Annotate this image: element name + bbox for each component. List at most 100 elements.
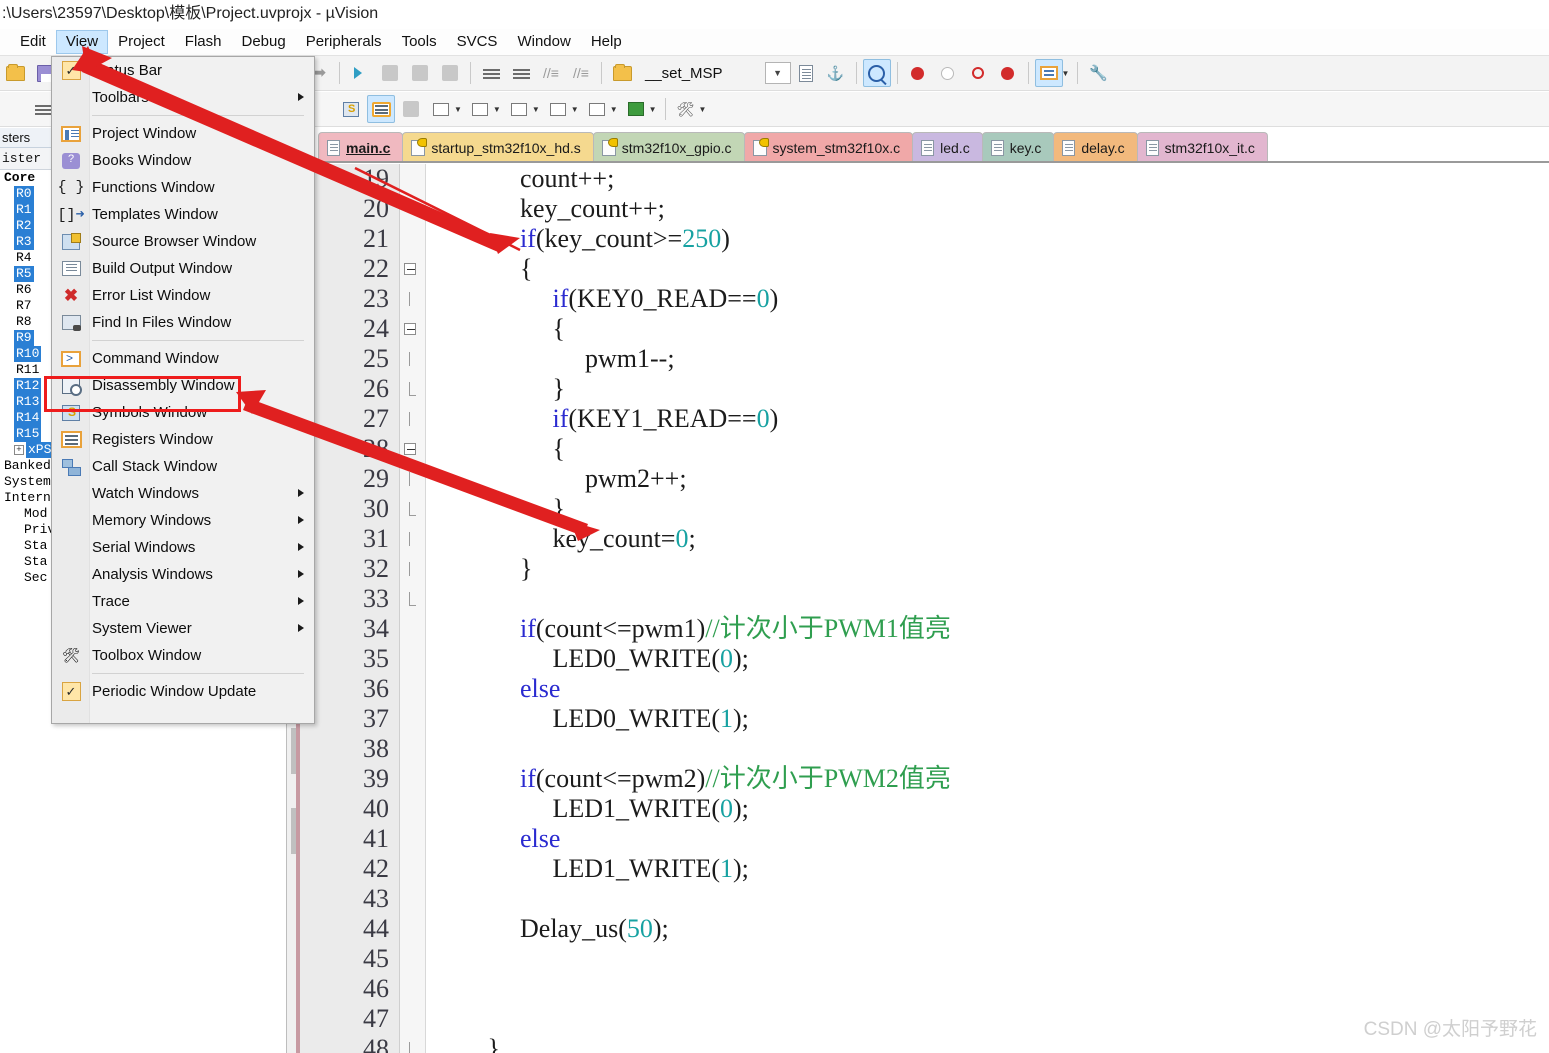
view-menu-item-memory-windows[interactable]: Memory Windows <box>52 507 314 534</box>
fold-marker-row[interactable] <box>400 464 425 494</box>
breakpoint-icon[interactable] <box>904 59 932 87</box>
code-line[interactable]: LED1_WRITE(1); <box>442 854 1549 884</box>
menu-item-tools[interactable]: Tools <box>392 30 447 54</box>
register-row[interactable]: Priv <box>0 522 52 538</box>
system-viewer-dropdown[interactable]: ▼ <box>649 105 657 114</box>
symbols-window-icon[interactable] <box>337 95 365 123</box>
view-menu-item-find-in-files-window[interactable]: Find In Files Window <box>52 309 314 336</box>
code-line[interactable]: else <box>442 674 1549 704</box>
toolbox-dropdown[interactable]: ▼ <box>699 105 707 114</box>
fold-marker-row[interactable] <box>400 344 425 374</box>
menu-item-view[interactable]: View <box>55 30 109 54</box>
uncomment-icon[interactable]: //≡ <box>567 59 595 87</box>
fold-marker-row[interactable] <box>400 254 425 284</box>
code-line[interactable]: LED0_WRITE(0); <box>442 644 1549 674</box>
code-lines[interactable]: count++; key_count++; if(key_count>=250)… <box>426 164 1549 1053</box>
fold-marker-row[interactable] <box>400 824 425 854</box>
view-menu-item-error-list-window[interactable]: ✖ Error List Window <box>52 282 314 309</box>
view-menu-item-watch-windows[interactable]: Watch Windows <box>52 480 314 507</box>
register-row[interactable]: System <box>0 474 52 490</box>
register-row[interactable]: R9 <box>0 330 52 346</box>
step-over-icon[interactable] <box>376 59 404 87</box>
editor-tab-delay-c[interactable]: delay.c <box>1053 132 1138 162</box>
code-line[interactable]: count++; <box>442 164 1549 194</box>
fold-marker-row[interactable] <box>400 704 425 734</box>
serial-window-dropdown[interactable]: ▼ <box>532 105 540 114</box>
register-row[interactable]: Mod <box>0 506 52 522</box>
view-menu-item-disassembly-window[interactable]: Disassembly Window <box>52 372 314 399</box>
pin-icon[interactable]: ⚓ <box>822 59 850 87</box>
editor-tab-stm32f10x-it-c[interactable]: stm32f10x_it.c <box>1136 132 1268 162</box>
fold-marker-row[interactable] <box>400 674 425 704</box>
code-line[interactable] <box>442 884 1549 914</box>
fold-marker-row[interactable] <box>400 644 425 674</box>
system-viewer-icon[interactable] <box>622 95 650 123</box>
register-row[interactable]: Sta <box>0 554 52 570</box>
fold-marker-row[interactable] <box>400 314 425 344</box>
fold-marker-row[interactable] <box>400 434 425 464</box>
fold-marker-row[interactable] <box>400 764 425 794</box>
menu-item-edit[interactable]: Edit <box>10 30 56 54</box>
register-row[interactable]: R1 <box>0 202 52 218</box>
register-row[interactable]: Core <box>0 170 52 186</box>
editor-tab-led-c[interactable]: led.c <box>912 132 983 162</box>
menu-item-flash[interactable]: Flash <box>175 30 232 54</box>
register-row[interactable]: Sec <box>0 570 52 586</box>
code-line[interactable] <box>442 584 1549 614</box>
fold-marker-row[interactable] <box>400 164 425 194</box>
view-menu-dropdown[interactable]: ✓ Status Bar Toolbars Project Window Books W… <box>51 56 315 724</box>
view-menu-item-symbols-window[interactable]: Symbols Window <box>52 399 314 426</box>
fold-marker-row[interactable] <box>400 194 425 224</box>
fold-marker-row[interactable] <box>400 374 425 404</box>
trace-dropdown[interactable]: ▼ <box>610 105 618 114</box>
memory-window-dropdown[interactable]: ▼ <box>493 105 501 114</box>
code-line[interactable]: else <box>442 824 1549 854</box>
code-line[interactable] <box>442 734 1549 764</box>
fold-marker-row[interactable] <box>400 584 425 614</box>
view-menu-item-status-bar[interactable]: ✓ Status Bar <box>52 57 314 84</box>
fold-marker-row[interactable] <box>400 284 425 314</box>
register-list[interactable]: Core R0 R1 R2 R3 R4 R5 R6 R7 R8 R9 R10 R11 R12 R13 R14 R… <box>0 170 52 586</box>
code-line[interactable]: } <box>442 494 1549 524</box>
view-menu-item-source-browser-window[interactable]: Source Browser Window <box>52 228 314 255</box>
fold-marker-row[interactable] <box>400 854 425 884</box>
view-menu-item-books-window[interactable]: Books Window <box>52 147 314 174</box>
code-line[interactable]: if(key_count>=250) <box>442 224 1549 254</box>
view-menu-item-build-output-window[interactable]: Build Output Window <box>52 255 314 282</box>
watch-window-dropdown[interactable]: ▼ <box>454 105 462 114</box>
kill-breakpoints-icon[interactable] <box>964 59 992 87</box>
collapse-icon[interactable] <box>404 263 416 275</box>
open-folder-icon[interactable] <box>1 59 29 87</box>
insert-bookmark-icon[interactable] <box>862 59 891 87</box>
fold-marker-row[interactable] <box>400 614 425 644</box>
code-line[interactable]: key_count++; <box>442 194 1549 224</box>
register-row[interactable]: R3 <box>0 234 52 250</box>
fold-marker-row[interactable] <box>400 794 425 824</box>
view-menu-item-system-viewer[interactable]: System Viewer <box>52 615 314 642</box>
code-line[interactable]: if(KEY1_READ==0) <box>442 404 1549 434</box>
collapse-icon[interactable] <box>404 443 416 455</box>
code-line[interactable]: pwm1--; <box>442 344 1549 374</box>
disable-breakpoints-icon[interactable] <box>994 59 1022 87</box>
memory-window-icon[interactable] <box>466 95 494 123</box>
code-line[interactable]: LED1_WRITE(0); <box>442 794 1549 824</box>
register-row[interactable]: Interna <box>0 490 52 506</box>
register-row[interactable]: R4 <box>0 250 52 266</box>
fold-marker-row[interactable] <box>400 734 425 764</box>
menu-item-window[interactable]: Window <box>507 30 580 54</box>
editor-tab-startup-stm32f10x-hd-s[interactable]: startup_stm32f10x_hd.s <box>402 132 594 162</box>
code-folding-column[interactable] <box>400 164 426 1053</box>
menu-item-help[interactable]: Help <box>581 30 632 54</box>
register-row[interactable]: R5 <box>0 266 52 282</box>
view-menu-item-registers-window[interactable]: Registers Window <box>52 426 314 453</box>
fold-marker-row[interactable] <box>400 1004 425 1034</box>
editor-tab-stm32f10x-gpio-c[interactable]: stm32f10x_gpio.c <box>592 132 745 162</box>
register-row[interactable]: +xPSR <box>0 442 52 458</box>
register-row[interactable]: Banked <box>0 458 52 474</box>
code-line[interactable]: pwm2++; <box>442 464 1549 494</box>
code-line[interactable]: { <box>442 434 1549 464</box>
register-row[interactable]: R0 <box>0 186 52 202</box>
project-window-icon[interactable] <box>1034 59 1063 87</box>
bookmark-icon[interactable] <box>608 59 636 87</box>
register-row[interactable]: R11 <box>0 362 52 378</box>
